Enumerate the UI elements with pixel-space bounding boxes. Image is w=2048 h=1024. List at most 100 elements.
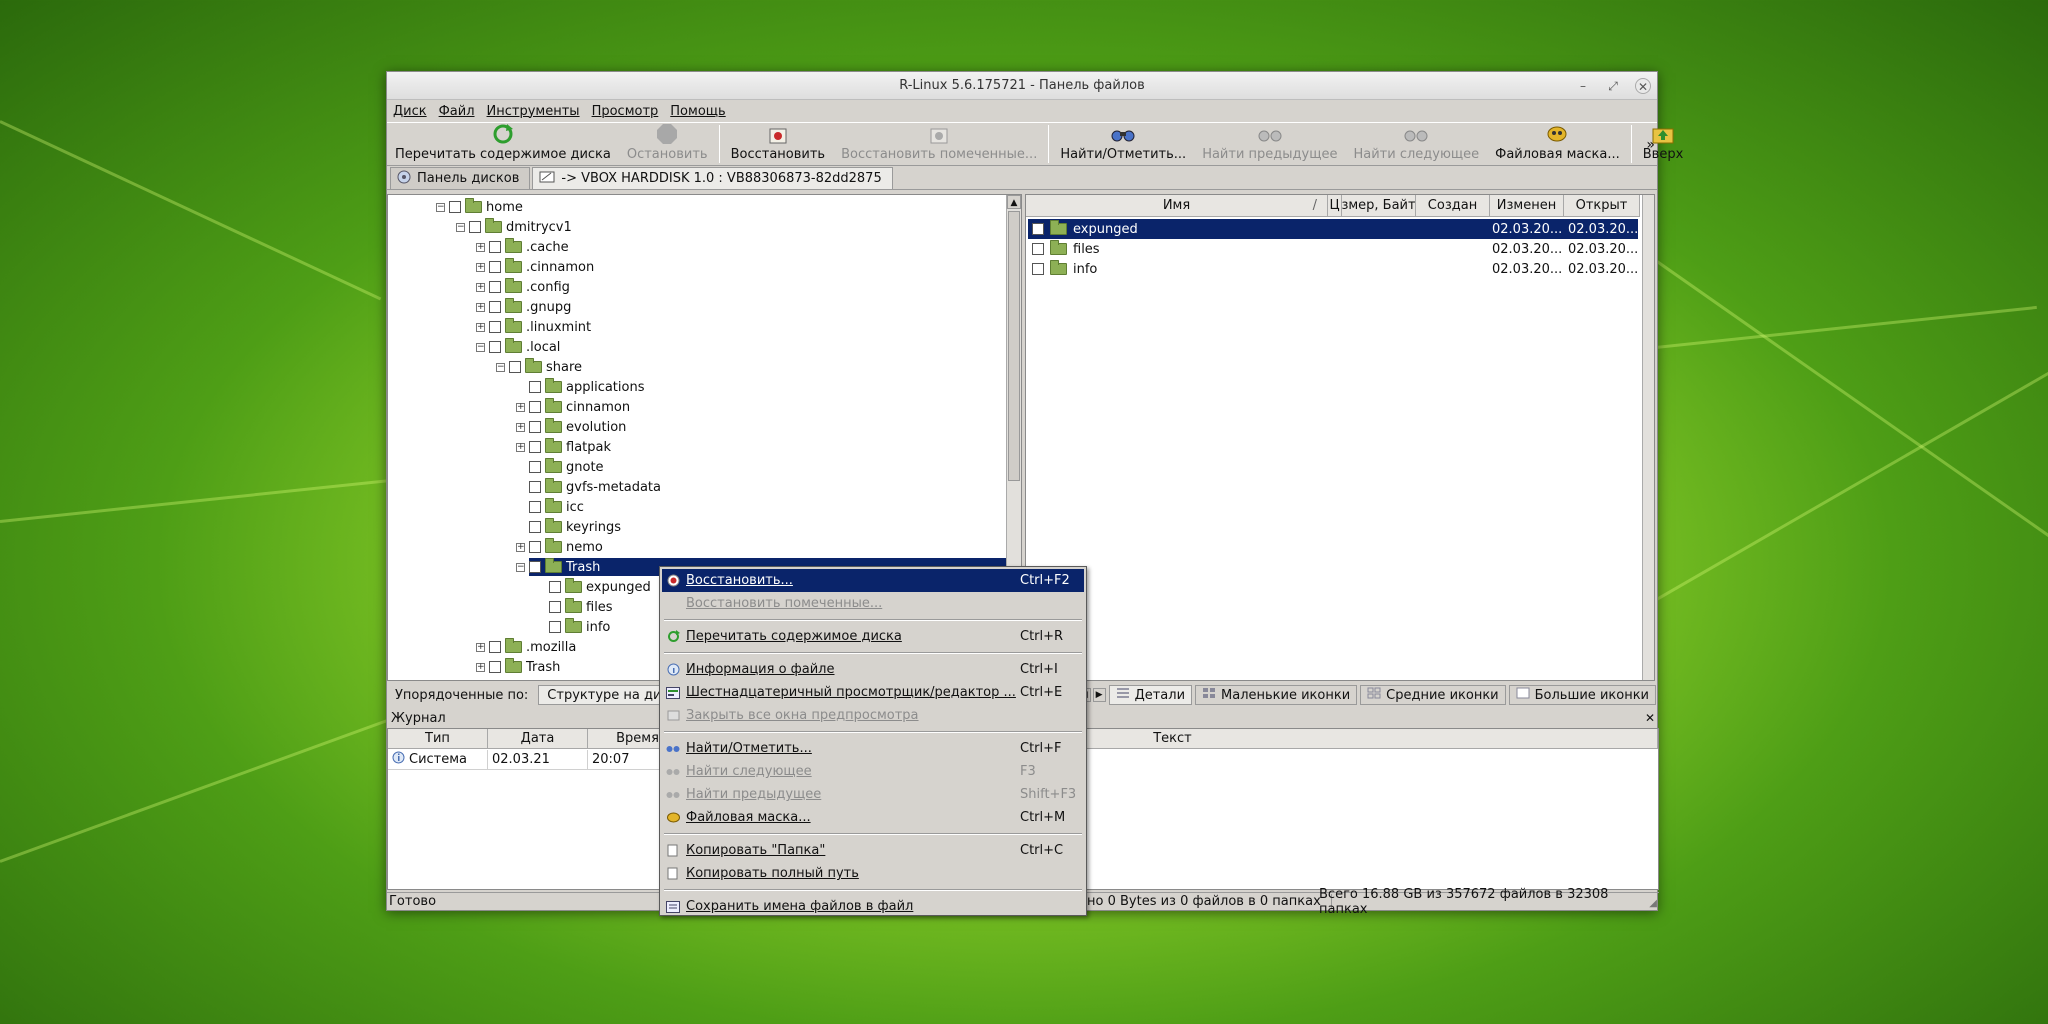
tree-node[interactable]: gvfs-metadata — [516, 477, 661, 497]
expand-icon[interactable]: + — [476, 322, 485, 332]
stop-button[interactable]: Остановить — [619, 123, 716, 165]
tree-node[interactable]: info — [536, 617, 610, 637]
tree-node[interactable]: + Trash — [476, 657, 560, 677]
expand-icon[interactable]: + — [476, 642, 485, 652]
checkbox[interactable] — [489, 301, 501, 313]
checkbox[interactable] — [489, 641, 501, 653]
view-small-icons-button[interactable]: Маленькие иконки — [1195, 685, 1358, 705]
up-button[interactable]: Вверх — [1635, 123, 1692, 165]
checkbox[interactable] — [529, 461, 541, 473]
checkbox[interactable] — [529, 381, 541, 393]
tab-disk[interactable]: -> VBOX HARDDISK 1.0 : VB88306873-82dd28… — [532, 167, 893, 189]
checkbox[interactable] — [529, 541, 541, 553]
menu-view[interactable]: Просмотр — [592, 104, 659, 119]
checkbox[interactable] — [529, 521, 541, 533]
checkbox[interactable] — [1032, 243, 1044, 255]
restore-marked-button[interactable]: Восстановить помеченные... — [833, 123, 1045, 165]
expand-icon[interactable]: + — [476, 662, 485, 672]
journal-col-type[interactable]: Тип — [388, 729, 488, 749]
collapse-icon[interactable]: − — [476, 342, 485, 352]
tree-node[interactable]: − share — [496, 357, 582, 377]
expand-icon[interactable]: + — [516, 402, 525, 412]
col-opened-header[interactable]: Открыт — [1564, 195, 1640, 217]
menu-item-restore[interactable]: Восстановить... Ctrl+F2 — [662, 569, 1084, 592]
tree-node[interactable]: keyrings — [516, 517, 621, 537]
expand-icon[interactable]: + — [476, 242, 485, 252]
checkbox[interactable] — [509, 361, 521, 373]
col-c-header[interactable]: Ц — [1328, 195, 1342, 217]
journal-close-icon[interactable]: ✕ — [1645, 711, 1655, 725]
scroll-up-arrow[interactable]: ▲ — [1007, 195, 1021, 209]
expand-icon[interactable]: + — [476, 282, 485, 292]
tree-node[interactable]: + .mozilla — [476, 637, 576, 657]
menu-item-find[interactable]: Найти/Отметить... Ctrl+F — [662, 737, 1084, 760]
checkbox[interactable] — [529, 561, 541, 573]
rescan-button[interactable]: Перечитать содержимое диска — [387, 123, 619, 165]
close-button[interactable]: ✕ — [1635, 78, 1651, 94]
menu-file[interactable]: Файл — [439, 104, 475, 119]
minimize-button[interactable]: – — [1575, 78, 1591, 94]
checkbox[interactable] — [549, 601, 561, 613]
tree-node[interactable]: + .cinnamon — [476, 257, 594, 277]
view-large-icons-button[interactable]: Большие иконки — [1508, 685, 1656, 705]
tree-node[interactable]: − home — [436, 197, 523, 217]
tree-node[interactable]: applications — [516, 377, 644, 397]
menu-item-restore-marked[interactable]: Восстановить помеченные... — [662, 592, 1084, 615]
tree-node[interactable]: + .cache — [476, 237, 569, 257]
tree-node[interactable]: + nemo — [516, 537, 603, 557]
col-name-header[interactable]: Имя / — [1026, 195, 1328, 217]
expand-icon[interactable]: + — [516, 442, 525, 452]
find-prev-button[interactable]: Найти предыдущее — [1194, 123, 1345, 165]
journal-col-date[interactable]: Дата — [488, 729, 588, 749]
expand-icon[interactable]: + — [476, 302, 485, 312]
menu-item-find-next[interactable]: Найти следующее F3 — [662, 760, 1084, 783]
checkbox[interactable] — [1032, 223, 1044, 235]
checkbox[interactable] — [549, 581, 561, 593]
tree-node[interactable]: files — [536, 597, 613, 617]
checkbox[interactable] — [469, 221, 481, 233]
menu-tools[interactable]: Инструменты — [487, 104, 580, 119]
file-row[interactable]: expunged 02.03.20... 02.03.20... — [1028, 219, 1638, 239]
file-mask-button[interactable]: Файловая маска... — [1487, 123, 1628, 165]
menu-item-save-names[interactable]: Сохранить имена файлов в файл — [662, 895, 1084, 918]
checkbox[interactable] — [489, 341, 501, 353]
file-list[interactable]: Имя / Ц змер, Байт Создан Изменен Открыт … — [1025, 194, 1655, 681]
tree-node[interactable]: + .linuxmint — [476, 317, 591, 337]
tree-node[interactable]: − .local — [476, 337, 560, 357]
checkbox[interactable] — [529, 501, 541, 513]
collapse-icon[interactable]: − — [516, 562, 525, 572]
checkbox[interactable] — [529, 421, 541, 433]
col-created-header[interactable]: Создан — [1416, 195, 1490, 217]
menu-disk[interactable]: Диск — [393, 104, 427, 119]
checkbox[interactable] — [449, 201, 461, 213]
scrollbar-thumb[interactable] — [1008, 211, 1020, 481]
menu-item-rescan[interactable]: Перечитать содержимое диска Ctrl+R — [662, 625, 1084, 648]
tree-node[interactable]: icc — [516, 497, 584, 517]
find-next-button[interactable]: Найти следующее — [1345, 123, 1487, 165]
view-details-button[interactable]: Детали — [1108, 685, 1193, 705]
checkbox[interactable] — [529, 441, 541, 453]
view-medium-icons-button[interactable]: Средние иконки — [1360, 685, 1506, 705]
scroll-right-arrow[interactable]: ▶ — [1092, 688, 1106, 702]
menu-item-copy-path[interactable]: Копировать полный путь — [662, 862, 1084, 885]
checkbox[interactable] — [1032, 263, 1044, 275]
checkbox[interactable] — [489, 241, 501, 253]
menu-item-find-prev[interactable]: Найти предыдущее Shift+F3 — [662, 783, 1084, 806]
collapse-icon[interactable]: − — [496, 362, 505, 372]
checkbox[interactable] — [489, 281, 501, 293]
checkbox[interactable] — [489, 261, 501, 273]
collapse-icon[interactable]: − — [436, 202, 445, 212]
tree-node[interactable]: gnote — [516, 457, 604, 477]
checkbox[interactable] — [529, 481, 541, 493]
tab-disk-panel[interactable]: Панель дисков — [390, 167, 531, 189]
tree-node[interactable]: + evolution — [516, 417, 626, 437]
checkbox[interactable] — [489, 661, 501, 673]
col-modified-header[interactable]: Изменен — [1490, 195, 1564, 217]
expand-icon[interactable]: + — [476, 262, 485, 272]
toolbar-overflow-button[interactable]: » — [1646, 137, 1655, 153]
col-size-header[interactable]: змер, Байт — [1342, 195, 1416, 217]
collapse-icon[interactable]: − — [456, 222, 465, 232]
tree-node[interactable]: + flatpak — [516, 437, 611, 457]
file-row[interactable]: info 02.03.20... 02.03.20... — [1028, 259, 1638, 279]
menu-item-close-previews[interactable]: Закрыть все окна предпросмотра — [662, 704, 1084, 727]
